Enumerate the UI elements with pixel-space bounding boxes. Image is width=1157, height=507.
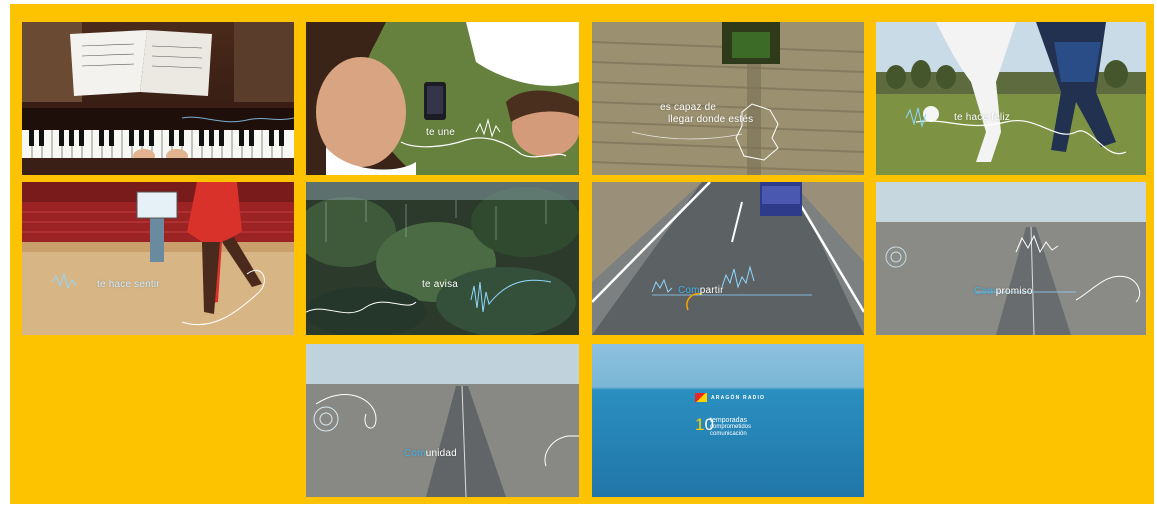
anniversary-line3: comunicación bbox=[710, 431, 747, 437]
tractor-field-image bbox=[592, 22, 864, 175]
tile-piano[interactable] bbox=[22, 22, 294, 175]
caption-compromiso-rest: promiso bbox=[995, 286, 1033, 297]
caption-te-une: te une bbox=[426, 127, 456, 138]
caption-tractor-line1: es capaz de bbox=[660, 102, 717, 113]
tile-rain[interactable]: te avisa bbox=[306, 182, 579, 335]
caption-compartir: Compartir bbox=[678, 285, 724, 296]
piano-scene-image bbox=[22, 22, 294, 175]
tile-basketball[interactable]: te hace sentir bbox=[22, 182, 294, 335]
road-truck-image bbox=[592, 182, 864, 335]
basketball-court-image bbox=[22, 182, 294, 335]
caption-comunidad-accent: Com bbox=[404, 448, 426, 459]
caption-te-hace-feliz: te hace feliz bbox=[954, 112, 1010, 123]
anniversary-text: temporadas comprometidos comunicación bbox=[710, 417, 751, 438]
anniversary-line2: comprometidos bbox=[710, 424, 752, 430]
football-scene-image bbox=[876, 22, 1146, 175]
aragon-flag-icon bbox=[695, 393, 707, 402]
caption-compartir-accent: Com bbox=[678, 285, 700, 296]
tile-sea-aragon-radio[interactable]: ARAGÓN RADIO 10 temporadas comprometidos… bbox=[592, 344, 864, 497]
road-flat-image bbox=[876, 182, 1146, 335]
tile-football[interactable]: te hace feliz bbox=[876, 22, 1146, 175]
tile-couple[interactable]: te une bbox=[306, 22, 579, 175]
caption-tractor-line2: llegar donde estés bbox=[668, 114, 754, 125]
brand-name: ARAGÓN RADIO bbox=[711, 394, 766, 401]
aragon-radio-logo: ARAGÓN RADIO bbox=[695, 393, 765, 402]
anniversary-line1: temporadas bbox=[710, 417, 747, 424]
caption-comunidad-rest: unidad bbox=[425, 448, 457, 459]
caption-te-avisa: te avisa bbox=[422, 279, 459, 290]
tile-road-community[interactable]: Comunidad bbox=[306, 344, 579, 497]
couple-scene-image bbox=[306, 22, 579, 175]
caption-compromiso: Compromiso bbox=[974, 286, 1033, 297]
tile-tractor[interactable]: es capaz de llegar donde estés bbox=[592, 22, 864, 175]
caption-te-hace-sentir: te hace sentir bbox=[97, 279, 160, 290]
road-community-image bbox=[306, 344, 579, 497]
caption-comunidad: Comunidad bbox=[404, 448, 457, 459]
rain-leaves-image bbox=[306, 182, 579, 335]
caption-compromiso-accent: Com bbox=[974, 286, 996, 297]
caption-compartir-rest: partir bbox=[699, 285, 724, 296]
tile-road-truck[interactable]: Compartir bbox=[592, 182, 864, 335]
tile-road-flat[interactable]: Compromiso bbox=[876, 182, 1146, 335]
video-frame-grid: te une es capaz de llegar donde estés te… bbox=[10, 4, 1154, 504]
